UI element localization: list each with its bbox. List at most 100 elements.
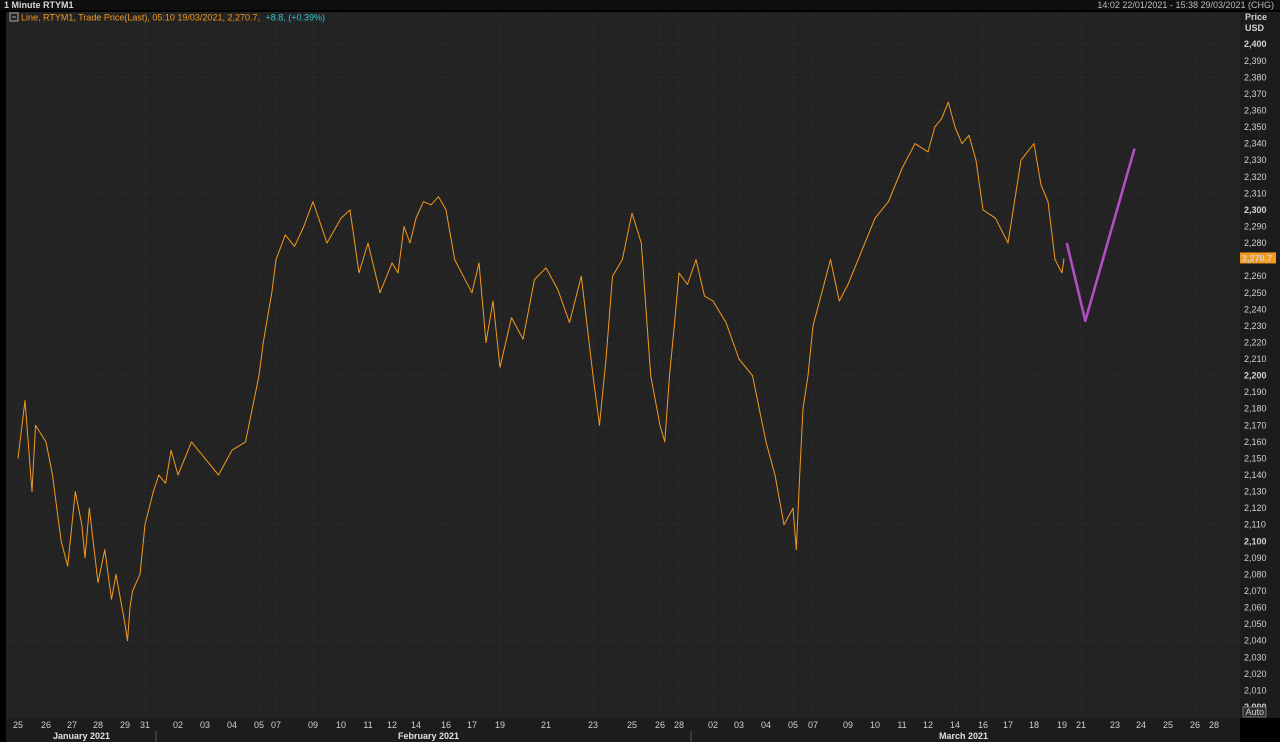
x-tick-label: 17	[1003, 720, 1013, 730]
x-tick-label: 17	[467, 720, 477, 730]
y-tick-label: 2,330	[1244, 155, 1267, 165]
x-tick-label: 03	[734, 720, 744, 730]
x-tick-label: 21	[541, 720, 551, 730]
x-tick-label: 27	[67, 720, 77, 730]
y-tick-label: 2,080	[1244, 569, 1267, 579]
window-title: 1 Minute RTYM1	[4, 0, 74, 10]
x-axis-panel[interactable]	[6, 718, 1240, 742]
x-tick-label: 16	[978, 720, 988, 730]
legend-label: Line, RTYM1, Trade Price(Last), 05:10 19…	[21, 13, 260, 23]
y-tick-label: 2,060	[1244, 603, 1267, 613]
x-tick-label: 10	[870, 720, 880, 730]
month-label: January 2021	[53, 731, 110, 741]
y-tick-label: 2,240	[1244, 304, 1267, 314]
x-tick-label: 26	[1190, 720, 1200, 730]
legend-change: +8.8, (+0.39%)	[266, 13, 326, 23]
x-tick-label: 05	[788, 720, 798, 730]
x-tick-label: 11	[897, 720, 906, 730]
auto-scale-label: Auto	[1246, 707, 1265, 717]
y-tick-label: 2,220	[1244, 337, 1267, 347]
y-tick-label: 2,200	[1244, 371, 1267, 381]
y-tick-label: 2,070	[1244, 586, 1267, 596]
y-tick-label: 2,050	[1244, 619, 1267, 629]
y-tick-label: 2,100	[1244, 536, 1267, 546]
x-tick-label: 25	[13, 720, 23, 730]
y-tick-label: 2,190	[1244, 387, 1267, 397]
last-price-tag: 2,270.7	[1240, 252, 1276, 264]
y-tick-label: 2,260	[1244, 271, 1267, 281]
x-tick-label: 09	[843, 720, 853, 730]
y-tick-label: 2,360	[1244, 105, 1267, 115]
y-tick-label: 2,130	[1244, 487, 1267, 497]
y-tick-label: 2,040	[1244, 636, 1267, 646]
x-tick-label: 28	[93, 720, 103, 730]
x-tick-label: 26	[41, 720, 51, 730]
y-tick-label: 2,320	[1244, 172, 1267, 182]
y-tick-label: 2,290	[1244, 221, 1267, 231]
x-tick-label: 25	[1163, 720, 1173, 730]
y-tick-label: 2,250	[1244, 288, 1267, 298]
y-tick-label: 2,340	[1244, 139, 1267, 149]
x-tick-label: 10	[336, 720, 346, 730]
x-tick-label: 12	[387, 720, 397, 730]
x-tick-label: 07	[808, 720, 818, 730]
x-tick-label: 18	[1029, 720, 1039, 730]
x-tick-label: 21	[1076, 720, 1086, 730]
x-tick-label: 02	[708, 720, 718, 730]
x-tick-label: 14	[950, 720, 960, 730]
y-tick-label: 2,370	[1244, 89, 1267, 99]
y-tick-label: 2,180	[1244, 404, 1267, 414]
x-tick-label: 26	[655, 720, 665, 730]
x-tick-label: 09	[308, 720, 318, 730]
x-tick-label: 19	[1057, 720, 1067, 730]
x-tick-label: 12	[923, 720, 933, 730]
y-tick-label: 2,140	[1244, 470, 1267, 480]
x-tick-label: 14	[411, 720, 421, 730]
legend[interactable]: Line, RTYM1, Trade Price(Last), 05:10 19…	[9, 12, 326, 23]
x-tick-label: 16	[441, 720, 451, 730]
axis-currency-label: USD	[1245, 23, 1265, 33]
x-tick-label: 04	[761, 720, 771, 730]
x-tick-label: 07	[271, 720, 281, 730]
x-tick-label: 02	[173, 720, 183, 730]
y-tick-label: 2,150	[1244, 453, 1267, 463]
x-tick-label: 11	[363, 720, 372, 730]
y-tick-label: 2,390	[1244, 56, 1267, 66]
x-tick-label: 31	[140, 720, 150, 730]
y-tick-label: 2,160	[1244, 437, 1267, 447]
x-tick-label: 24	[1136, 720, 1146, 730]
x-tick-label: 28	[674, 720, 684, 730]
y-tick-label: 2,010	[1244, 685, 1267, 695]
date-range: 14:02 22/01/2021 - 15:38 29/03/2021 (CHG…	[1097, 0, 1274, 10]
axis-price-label: Price	[1245, 12, 1267, 22]
y-tick-label: 2,030	[1244, 652, 1267, 662]
y-tick-label: 2,120	[1244, 503, 1267, 513]
y-tick-label: 2,230	[1244, 321, 1267, 331]
x-tick-label: 23	[588, 720, 598, 730]
y-tick-label: 2,400	[1244, 39, 1267, 49]
y-tick-label: 2,300	[1244, 205, 1267, 215]
x-tick-label: 25	[627, 720, 637, 730]
x-tick-label: 19	[495, 720, 505, 730]
price-chart[interactable]: 2,0002,0102,0202,0302,0402,0502,0602,070…	[0, 10, 1280, 742]
last-price-value: 2,270.7	[1242, 253, 1272, 263]
x-tick-label: 05	[254, 720, 264, 730]
x-tick-label: 04	[227, 720, 237, 730]
y-tick-label: 2,380	[1244, 72, 1267, 82]
y-tick-label: 2,090	[1244, 553, 1267, 563]
y-tick-label: 2,280	[1244, 238, 1267, 248]
x-tick-label: 28	[1209, 720, 1219, 730]
y-axis-ticks: 2,0002,0102,0202,0302,0402,0502,0602,070…	[1244, 39, 1267, 712]
y-tick-label: 2,170	[1244, 420, 1267, 430]
x-tick-label: 03	[200, 720, 210, 730]
x-tick-label: 23	[1110, 720, 1120, 730]
plot-area[interactable]	[6, 12, 1240, 718]
month-label: March 2021	[939, 731, 988, 741]
y-tick-label: 2,110	[1244, 520, 1266, 530]
y-tick-label: 2,350	[1244, 122, 1267, 132]
y-tick-label: 2,310	[1244, 188, 1267, 198]
y-tick-label: 2,210	[1244, 354, 1267, 364]
window-title-bar: 1 Minute RTYM1 14:02 22/01/2021 - 15:38 …	[0, 0, 1280, 10]
auto-scale-button[interactable]: Auto	[1242, 706, 1267, 718]
month-label: February 2021	[398, 731, 459, 741]
